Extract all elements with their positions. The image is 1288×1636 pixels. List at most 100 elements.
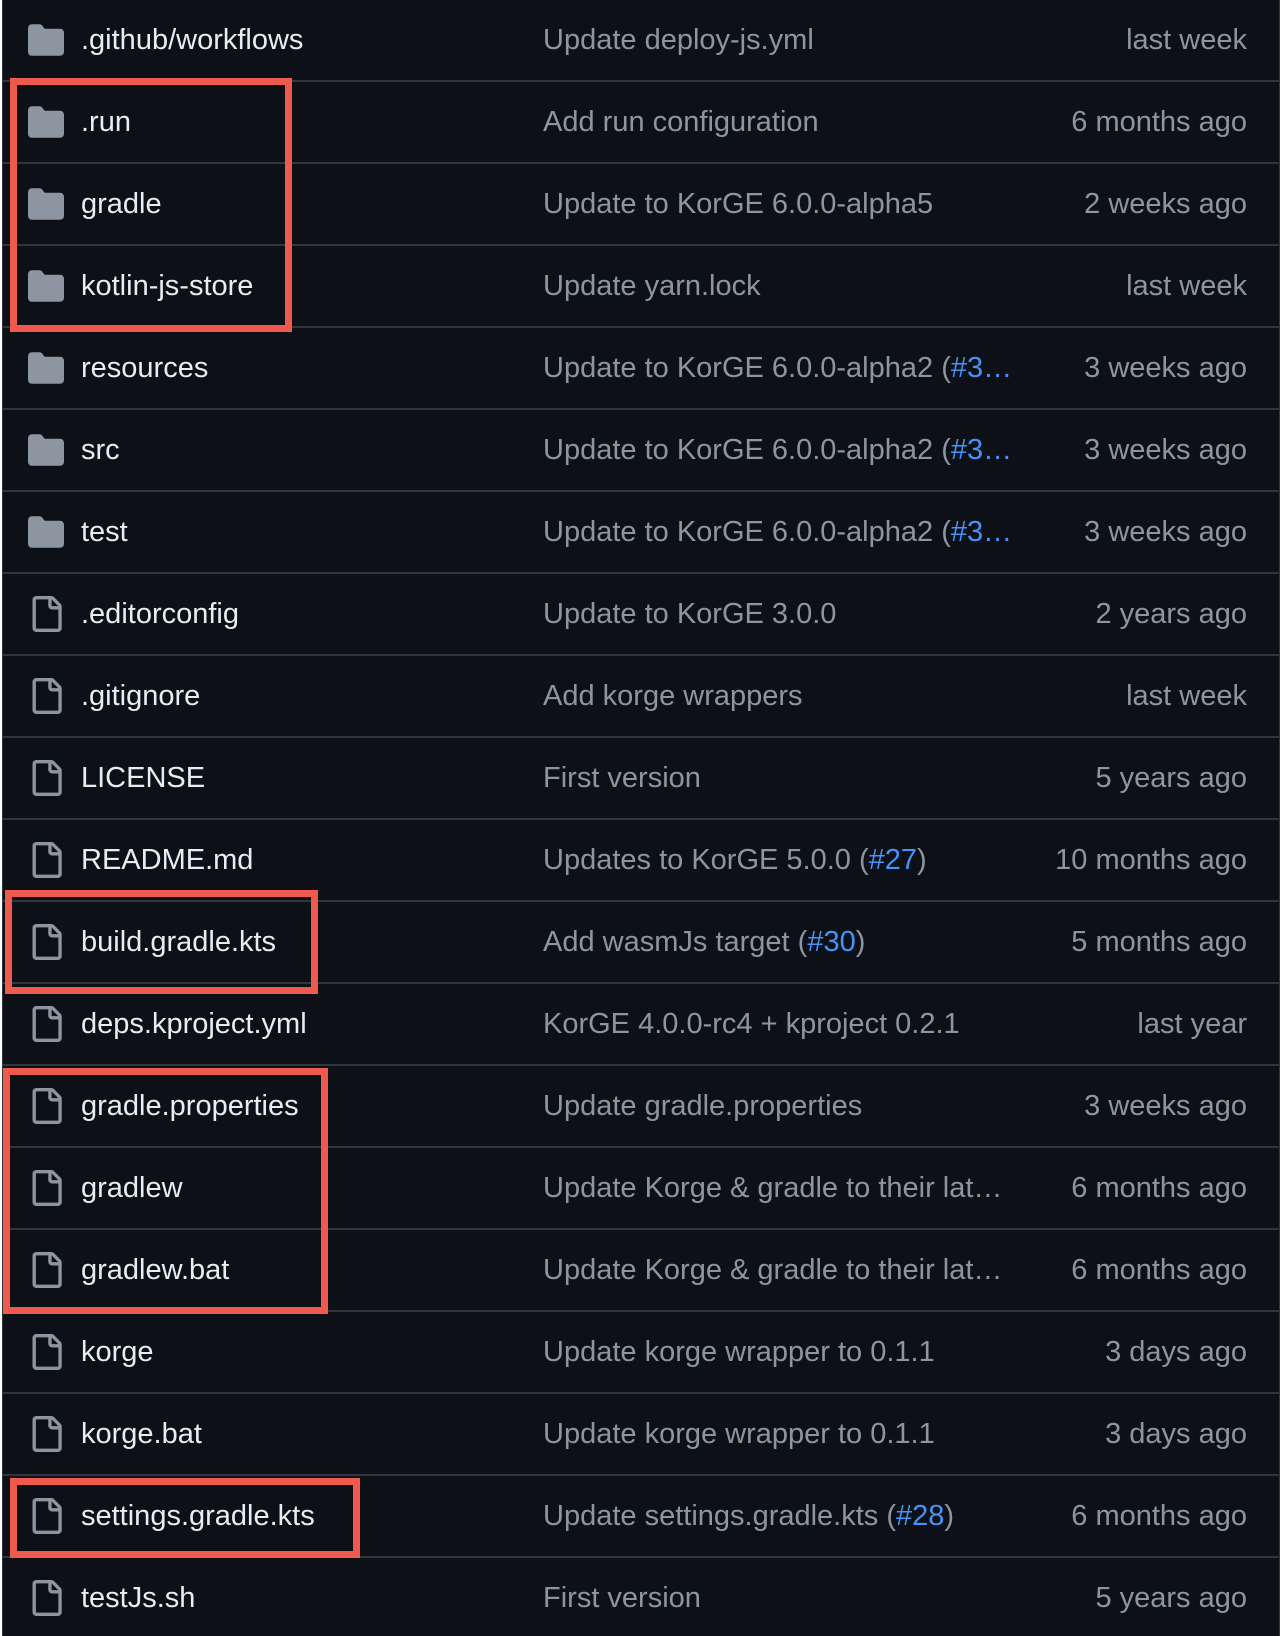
folder-icon	[28, 352, 64, 384]
file-row[interactable]: settings.gradle.kts Update settings.gradl…	[3, 1476, 1279, 1558]
commit-message-link[interactable]: Update gradle.properties	[543, 1066, 1013, 1146]
commit-message-link[interactable]: Update to KorGE 6.0.0-alpha2 (#3…	[543, 492, 1013, 572]
file-icon	[32, 1580, 62, 1616]
file-icon	[32, 596, 62, 632]
commit-age: last week	[1126, 24, 1247, 56]
pull-request-link[interactable]: #28	[896, 1500, 944, 1532]
file-icon	[32, 1088, 62, 1124]
commit-age: 3 weeks ago	[1084, 516, 1247, 548]
pull-request-link[interactable]: #3…	[951, 516, 1012, 548]
commit-message-text: KorGE 4.0.0-rc4 + kproject 0.2.1	[543, 1008, 960, 1040]
file-icon	[32, 678, 62, 714]
file-icon	[32, 760, 62, 796]
commit-message-end: )	[855, 926, 866, 958]
file-icon	[32, 924, 62, 960]
commit-message-link[interactable]: Update to KorGE 6.0.0-alpha2 (#3…	[543, 328, 1013, 408]
file-name-link[interactable]: gradle	[81, 164, 162, 244]
commit-message-link[interactable]: Update korge wrapper to 0.1.1	[543, 1394, 1013, 1474]
file-row[interactable]: LICENSE First version 5 years ago	[3, 738, 1279, 820]
commit-message-link[interactable]: Update to KorGE 6.0.0-alpha2 (#3…	[543, 410, 1013, 490]
file-row[interactable]: gradlew Update Korge & gradle to their la…	[3, 1148, 1279, 1230]
file-row[interactable]: deps.kproject.yml KorGE 4.0.0-rc4 + kproj…	[3, 984, 1279, 1066]
file-name-link[interactable]: korge	[81, 1312, 154, 1392]
commit-message-text: Update to KorGE 6.0.0-alpha2 (	[543, 434, 951, 466]
file-row[interactable]: korge.bat Update korge wrapper to 0.1.1 3 …	[3, 1394, 1279, 1476]
file-row[interactable]: .editorconfig Update to KorGE 3.0.0 2 year…	[3, 574, 1279, 656]
file-name-link[interactable]: korge.bat	[81, 1394, 202, 1474]
commit-message-link[interactable]: Update settings.gradle.kts (#28)	[543, 1476, 1013, 1556]
commit-age: 10 months ago	[1055, 844, 1247, 876]
commit-message-link[interactable]: Update Korge & gradle to their lat…	[543, 1230, 1013, 1310]
commit-message-link[interactable]: Add run configuration	[543, 82, 1013, 162]
commit-age: 5 years ago	[1095, 762, 1247, 794]
file-name-link[interactable]: gradlew	[81, 1148, 183, 1228]
commit-message-link[interactable]: Updates to KorGE 5.0.0 (#27)	[543, 820, 1013, 900]
commit-message-text: First version	[543, 762, 701, 794]
commit-message-link[interactable]: First version	[543, 1558, 1013, 1636]
file-name-link[interactable]: LICENSE	[81, 738, 205, 818]
commit-message-link[interactable]: Update Korge & gradle to their lat…	[543, 1148, 1013, 1228]
file-icon	[32, 1334, 62, 1370]
file-row[interactable]: .github/workflows Update deploy-js.yml las…	[3, 0, 1279, 82]
file-name-link[interactable]: .github/workflows	[81, 0, 303, 80]
commit-message-text: Update to KorGE 6.0.0-alpha2 (	[543, 516, 951, 548]
file-icon	[32, 1252, 62, 1288]
file-name-link[interactable]: .run	[81, 82, 131, 162]
file-row[interactable]: gradle.properties Update gradle.propertie…	[3, 1066, 1279, 1148]
file-row[interactable]: build.gradle.kts Add wasmJs target (#30) 5…	[3, 902, 1279, 984]
file-name-link[interactable]: testJs.sh	[81, 1558, 195, 1636]
pull-request-link[interactable]: #3…	[951, 434, 1012, 466]
commit-message-text: Update yarn.lock	[543, 270, 761, 302]
commit-message-text: Update to KorGE 6.0.0-alpha5	[543, 188, 934, 220]
file-row[interactable]: gradlew.bat Update Korge & gradle to thei…	[3, 1230, 1279, 1312]
file-row[interactable]: .run Add run configuration 6 months ago	[3, 82, 1279, 164]
commit-age: 3 weeks ago	[1084, 1090, 1247, 1122]
commit-message-link[interactable]: KorGE 4.0.0-rc4 + kproject 0.2.1	[543, 984, 1013, 1064]
file-icon	[32, 842, 62, 878]
file-row[interactable]: test Update to KorGE 6.0.0-alpha2 (#3… 3 w…	[3, 492, 1279, 574]
file-icon	[32, 1170, 62, 1206]
file-name-link[interactable]: test	[81, 492, 128, 572]
commit-message-link[interactable]: Update to KorGE 6.0.0-alpha5	[543, 164, 1013, 244]
commit-message-link[interactable]: Update to KorGE 3.0.0	[543, 574, 1013, 654]
commit-message-link[interactable]: First version	[543, 738, 1013, 818]
file-row[interactable]: kotlin-js-store Update yarn.lock last week	[3, 246, 1279, 328]
commit-message-link[interactable]: Update korge wrapper to 0.1.1	[543, 1312, 1013, 1392]
commit-message-text: Update deploy-js.yml	[543, 24, 814, 56]
file-name-link[interactable]: .editorconfig	[81, 574, 239, 654]
commit-message-text: Update Korge & gradle to their lat…	[543, 1254, 1003, 1286]
file-name-link[interactable]: build.gradle.kts	[81, 902, 276, 982]
file-row[interactable]: gradle Update to KorGE 6.0.0-alpha5 2 week…	[3, 164, 1279, 246]
file-row[interactable]: korge Update korge wrapper to 0.1.1 3 days…	[3, 1312, 1279, 1394]
file-name-link[interactable]: src	[81, 410, 120, 490]
file-row[interactable]: testJs.sh First version 5 years ago	[3, 1558, 1279, 1636]
file-icon	[32, 1498, 62, 1534]
file-name-link[interactable]: kotlin-js-store	[81, 246, 253, 326]
file-name-link[interactable]: .gitignore	[81, 656, 200, 736]
commit-message-text: Update to KorGE 3.0.0	[543, 598, 837, 630]
file-row[interactable]: .gitignore Add korge wrappers last week	[3, 656, 1279, 738]
file-row[interactable]: src Update to KorGE 6.0.0-alpha2 (#3… 3 we…	[3, 410, 1279, 492]
file-row[interactable]: README.md Updates to KorGE 5.0.0 (#27) 10 …	[3, 820, 1279, 902]
commit-age: 3 weeks ago	[1084, 352, 1247, 384]
file-name-link[interactable]: resources	[81, 328, 208, 408]
file-name-link[interactable]: gradlew.bat	[81, 1230, 229, 1310]
pull-request-link[interactable]: #27	[869, 844, 917, 876]
commit-age: 3 weeks ago	[1084, 434, 1247, 466]
commit-age: 6 months ago	[1071, 1500, 1247, 1532]
commit-message-text: Add run configuration	[543, 106, 819, 138]
file-name-link[interactable]: settings.gradle.kts	[81, 1476, 315, 1556]
commit-age: 6 months ago	[1071, 106, 1247, 138]
commit-message-link[interactable]: Add korge wrappers	[543, 656, 1013, 736]
pull-request-link[interactable]: #3…	[951, 352, 1012, 384]
commit-message-link[interactable]: Update deploy-js.yml	[543, 0, 1013, 80]
file-row[interactable]: resources Update to KorGE 6.0.0-alpha2 (#…	[3, 328, 1279, 410]
commit-message-text: Update settings.gradle.kts (	[543, 1500, 897, 1532]
commit-message-link[interactable]: Add wasmJs target (#30)	[543, 902, 1013, 982]
file-name-link[interactable]: deps.kproject.yml	[81, 984, 307, 1064]
file-name-link[interactable]: gradle.properties	[81, 1066, 299, 1146]
pull-request-link[interactable]: #30	[807, 926, 855, 958]
commit-message-text: First version	[543, 1582, 701, 1614]
commit-message-link[interactable]: Update yarn.lock	[543, 246, 1013, 326]
file-name-link[interactable]: README.md	[81, 820, 253, 900]
